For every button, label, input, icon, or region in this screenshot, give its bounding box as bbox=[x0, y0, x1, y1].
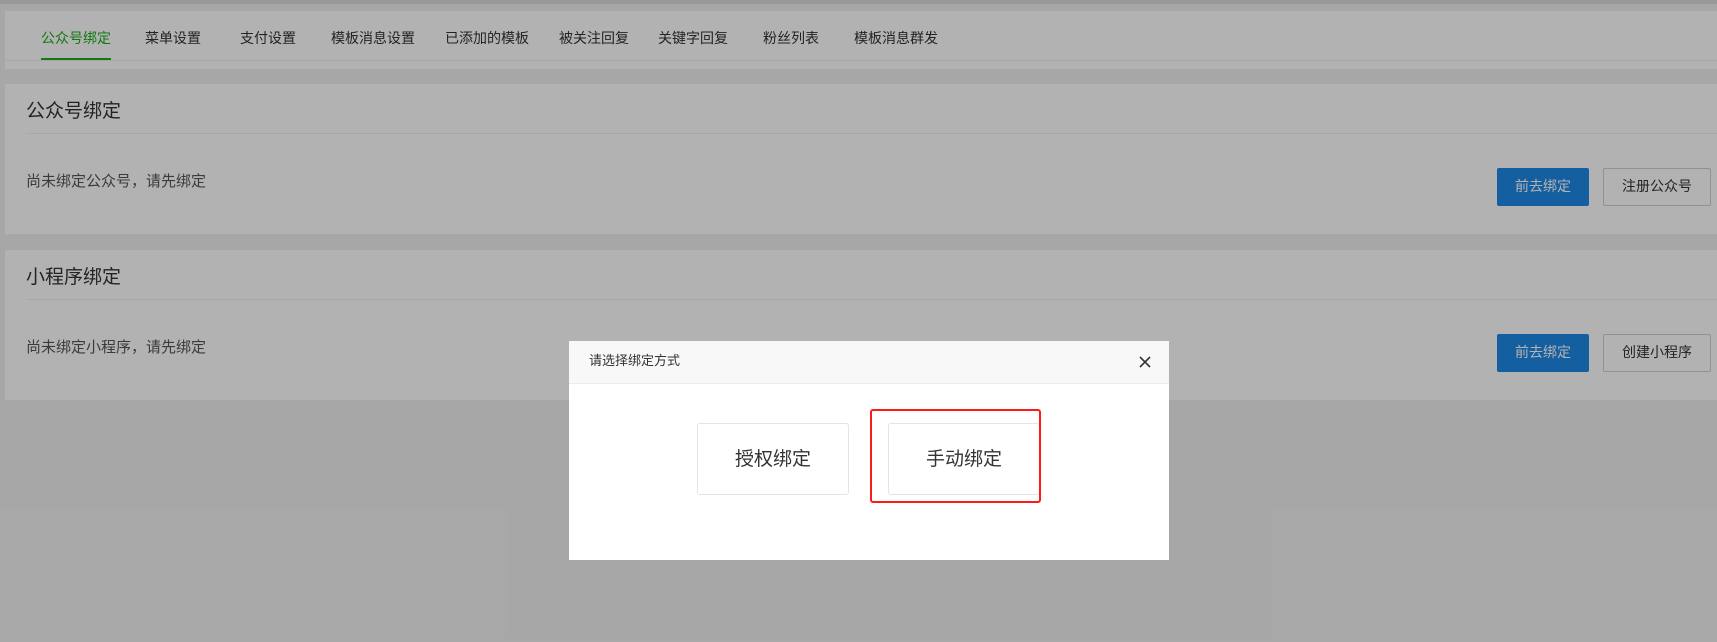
bind-method-dialog: 请选择绑定方式 授权绑定 手动绑定 bbox=[569, 341, 1169, 560]
authorize-bind-option[interactable]: 授权绑定 bbox=[697, 423, 849, 495]
manual-bind-option[interactable]: 手动绑定 bbox=[888, 423, 1040, 495]
dialog-title: 请选择绑定方式 bbox=[589, 354, 681, 369]
close-icon[interactable] bbox=[1137, 354, 1153, 370]
dialog-header: 请选择绑定方式 bbox=[569, 341, 1169, 384]
